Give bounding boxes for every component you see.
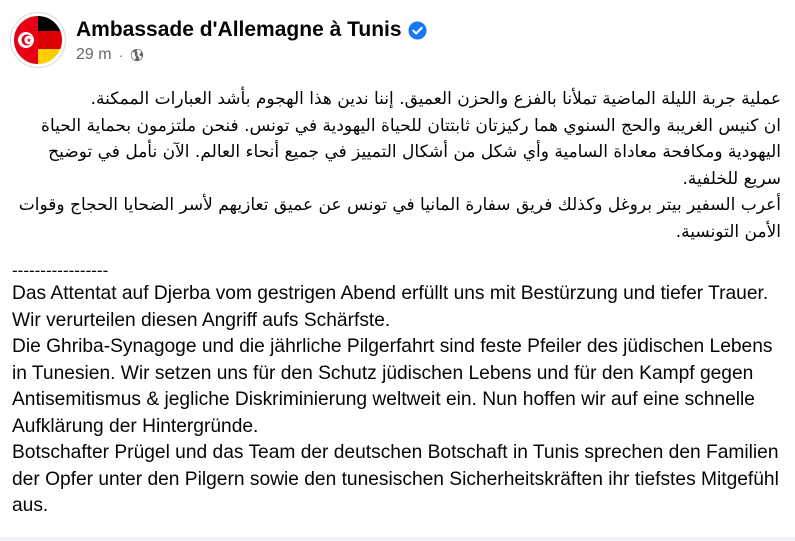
post-header: Ambassade d'Allemagne à Tunis 29 m ·	[10, 12, 780, 72]
facebook-post: Ambassade d'Allemagne à Tunis 29 m · عمل…	[0, 0, 795, 541]
post-message: عملية جربة الليلة الماضية تملأنا بالفزع …	[12, 86, 783, 520]
post-meta: 29 m ·	[76, 46, 144, 64]
german-paragraph: Botschafter Prügel und das Team der deut…	[12, 442, 779, 516]
post-divider	[0, 537, 795, 541]
page-name[interactable]: Ambassade d'Allemagne à Tunis	[76, 18, 402, 42]
avatar[interactable]	[10, 12, 66, 68]
arabic-paragraph: أعرب السفير بيتر بروغل وكذلك فريق سفارة …	[18, 195, 781, 242]
globe-icon[interactable]	[130, 48, 144, 62]
meta-separator: ·	[118, 47, 124, 63]
german-paragraph: Das Attentat auf Djerba vom gestrigen Ab…	[12, 283, 769, 331]
arabic-paragraph: ان كنيس الغريبة والحج السنوي هما ركيزتان…	[41, 115, 781, 189]
text-separator: -----------------	[12, 261, 109, 280]
timestamp[interactable]: 29 m	[76, 46, 112, 64]
arabic-paragraph: عملية جربة الليلة الماضية تملأنا بالفزع …	[90, 89, 781, 109]
german-paragraph: Die Ghriba-Synagoge und die jährliche Pi…	[12, 336, 773, 437]
verified-badge-icon	[408, 20, 427, 40]
flag-logo-icon	[12, 14, 64, 66]
